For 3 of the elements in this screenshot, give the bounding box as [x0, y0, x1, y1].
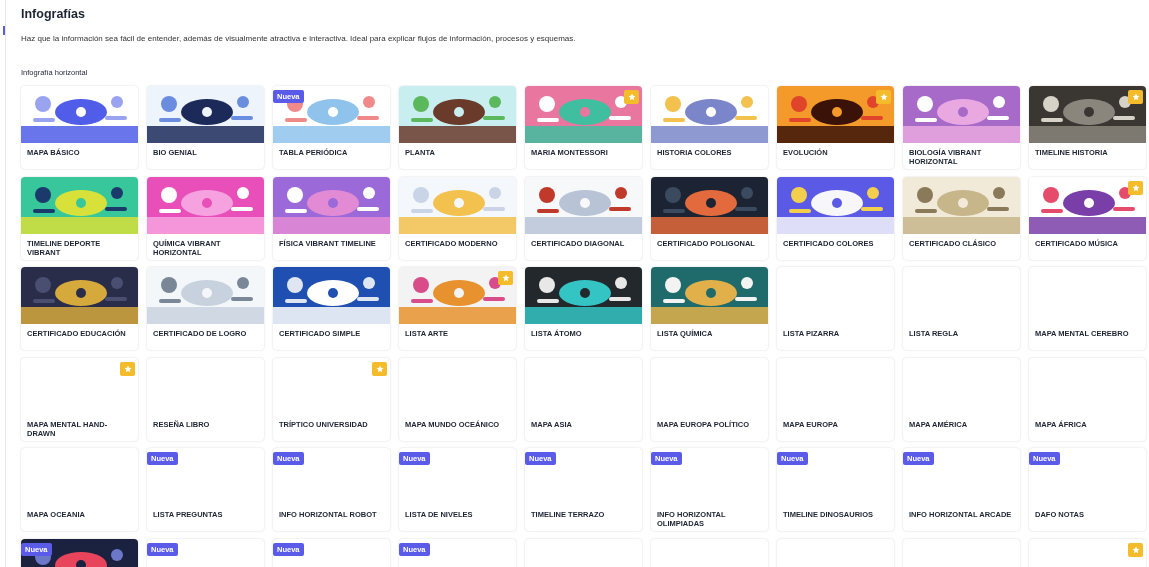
- section-indicator: [3, 26, 5, 35]
- page-title: Infografías: [21, 6, 86, 22]
- page-description: Haz que la información sea fácil de entender, además de visualmente atractiva e interactiva. Ideal para explicar flujos de información, procesos y esquemas.: [21, 34, 577, 43]
